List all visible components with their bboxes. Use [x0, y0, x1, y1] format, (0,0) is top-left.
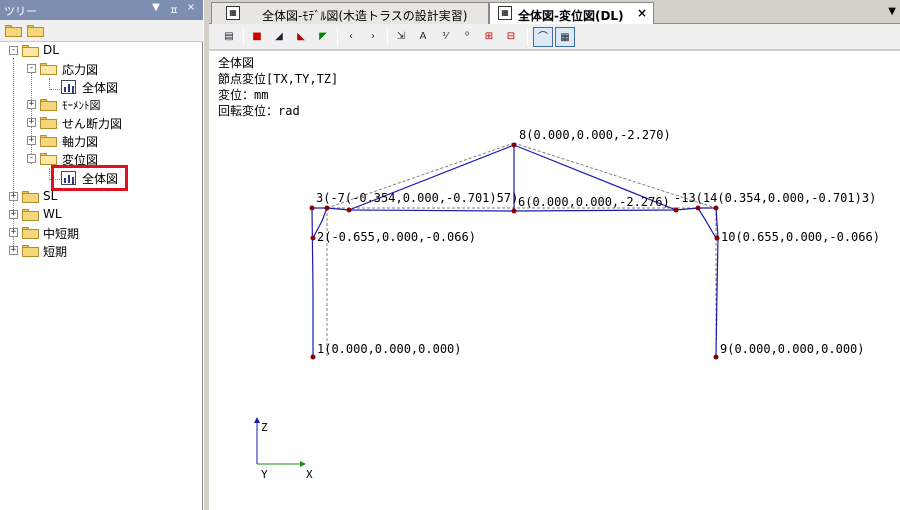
tree-pane-titlebar: ツリー ▼ ㅍ × — [0, 0, 203, 20]
folder-icon — [22, 227, 39, 239]
tree-node-label: 中短期 — [43, 227, 80, 241]
document-area: ▦ 全体図-ﾓﾃﾞﾙ図(木造トラスの設計実習) ▦ 全体図-変位図(DL) × … — [209, 0, 900, 510]
folder-icon — [22, 209, 39, 221]
chart-document-icon — [61, 80, 76, 94]
expand-toggle-icon[interactable]: + — [27, 118, 36, 127]
tree-node-label: WL — [43, 207, 62, 221]
xy-plane-icon[interactable]: ◢ — [269, 27, 289, 47]
previous-icon[interactable]: ‹ — [341, 27, 361, 47]
expand-toggle-icon[interactable]: + — [9, 228, 18, 237]
tree-node-label: 軸力図 — [62, 135, 99, 149]
node-label-9: 9(0.000,0.000,0.000) — [720, 342, 865, 356]
folder-icon — [40, 99, 57, 111]
value-display-icon[interactable]: ⊞ — [479, 27, 499, 47]
document-icon: ▦ — [226, 6, 240, 20]
open-folder-icon — [40, 63, 57, 75]
node-marker — [713, 205, 719, 211]
displacement-diagram-canvas[interactable]: 全体図 節点変位[TX,TY,TZ] 変位：mm 回転変位：rad 8(0.00… — [209, 51, 900, 510]
deformed-shape — [311, 144, 719, 358]
open-folder-icon — [22, 45, 39, 57]
close-tab-icon[interactable]: × — [637, 6, 647, 20]
folder-icon — [22, 245, 39, 257]
expand-toggle-icon[interactable]: + — [9, 246, 18, 255]
x-axis-arrow-icon — [300, 461, 306, 467]
tree-toolbar — [0, 20, 203, 42]
original-shape — [326, 142, 717, 356]
node-marker — [324, 205, 330, 211]
node-label-13-14: -13(14(0.354,0.000,-0.701)3) — [674, 191, 876, 205]
expand-all-folder-icon[interactable] — [27, 24, 44, 38]
pane-dropdown-icon[interactable]: ▼ — [150, 2, 162, 13]
x-axis-label: X — [306, 468, 313, 481]
document-tabbar: ▦ 全体図-ﾓﾃﾞﾙ図(木造トラスの設計実習) ▦ 全体図-変位図(DL) × … — [209, 0, 900, 25]
selection-highlight-box — [51, 165, 128, 191]
close-pane-icon[interactable]: × — [185, 2, 197, 13]
text-label-icon[interactable]: A — [413, 27, 433, 47]
tab-label: 全体図-ﾓﾃﾞﾙ図(木造トラスの設計実習) — [262, 9, 468, 23]
value-display-alt-icon[interactable]: ⊟ — [501, 27, 521, 47]
expand-toggle-icon[interactable]: + — [27, 100, 36, 109]
tree-node-label: 短期 — [43, 245, 68, 259]
tree-node-label: SL — [43, 189, 58, 203]
yz-plane-icon[interactable]: ◤ — [313, 27, 333, 47]
tab-displacement-view[interactable]: ▦ 全体図-変位図(DL) × — [489, 2, 654, 25]
decimal-increase-icon[interactable]: ⁰ — [457, 27, 477, 47]
xz-plane-icon[interactable]: ◣ — [291, 27, 311, 47]
expand-toggle-icon[interactable]: + — [9, 210, 18, 219]
node-marker — [695, 205, 701, 211]
original-shape-icon[interactable]: ▦ — [555, 27, 575, 47]
collapse-toggle-icon[interactable]: - — [27, 154, 36, 163]
expand-toggle-icon[interactable]: + — [9, 192, 18, 201]
node-marker — [310, 235, 316, 241]
node-label-8: 8(0.000,0.000,-2.270) — [519, 128, 671, 142]
tree-view: - DL - 応力図 全体図 + ﾓｰﾒﾝﾄ図 + せん断力図 + 軸力図 - … — [0, 42, 203, 510]
tree-node-label: 全体図 — [82, 81, 119, 95]
tab-label: 全体図-変位図(DL) — [518, 9, 624, 23]
tree-pane-title: ツリー — [4, 5, 37, 18]
node-label-1: 1(0.000,0.000,0.000) — [317, 342, 462, 356]
collapse-all-folder-icon[interactable] — [5, 24, 22, 38]
y-axis-label: Y — [261, 468, 268, 481]
folder-icon — [40, 135, 57, 147]
node-marker — [714, 235, 720, 241]
tab-list-dropdown-icon[interactable]: ▼ — [888, 6, 896, 17]
view-toolbar: ▤ ■ ◢ ◣ ◤ ‹ › ⇲ A ⅟ ⁰ ⊞ ⊟ ⌒ ▦ — [209, 24, 900, 50]
node-label-10: 10(0.655,0.000,-0.066) — [721, 230, 880, 244]
display-settings-icon[interactable]: ■ — [247, 27, 267, 47]
z-axis-arrow-icon — [254, 417, 260, 423]
deformed-shape-icon[interactable]: ⌒ — [533, 27, 553, 47]
node-marker — [673, 207, 679, 213]
node-marker — [511, 208, 517, 214]
collapse-toggle-icon[interactable]: - — [9, 46, 18, 55]
tree-node-label: せん断力図 — [62, 117, 123, 131]
node-marker — [310, 354, 316, 360]
axis-indicator: Z Y X — [254, 417, 313, 481]
structure-diagram: 8(0.000,0.000,-2.270) 3(-7(-0.354,0.000,… — [254, 128, 880, 481]
tab-model-view[interactable]: ▦ 全体図-ﾓﾃﾞﾙ図(木造トラスの設計実習) — [211, 2, 489, 24]
application-window: ツリー ▼ ㅍ × - DL - 応力図 全体図 + ﾓｰﾒﾝﾄ図 + せん断力… — [0, 0, 900, 510]
z-axis-label: Z — [261, 421, 268, 434]
tree-node-label: ﾓｰﾒﾝﾄ図 — [62, 99, 101, 112]
folder-icon — [22, 191, 39, 203]
document-icon: ▦ — [498, 6, 512, 20]
tree-pane: ツリー ▼ ㅍ × - DL - 応力図 全体図 + ﾓｰﾒﾝﾄ図 + せん断力… — [0, 0, 203, 510]
node-marker — [309, 205, 315, 211]
expand-toggle-icon[interactable]: + — [27, 136, 36, 145]
folder-icon — [40, 117, 57, 129]
next-icon[interactable]: › — [363, 27, 383, 47]
tree-node-label: DL — [43, 43, 59, 57]
node-label-2: 2(-0.655,0.000,-0.066) — [317, 230, 476, 244]
print-preview-icon[interactable]: ▤ — [219, 27, 239, 47]
node-marker — [713, 354, 719, 360]
collapse-toggle-icon[interactable]: - — [27, 64, 36, 73]
node-marker — [346, 207, 352, 213]
node-label-3-7: 3(-7(-0.354,0.000,-0.701)57) — [316, 191, 518, 205]
node-marker — [511, 142, 517, 148]
node-label-6: 6(0.000,0.000,-2.276) — [518, 195, 670, 209]
decimal-decrease-icon[interactable]: ⅟ — [435, 27, 455, 47]
pin-icon[interactable]: ㅍ — [168, 2, 180, 17]
label-toggle-icon[interactable]: ⇲ — [391, 27, 411, 47]
tree-node-label: 応力図 — [62, 63, 99, 77]
open-folder-icon — [40, 153, 57, 165]
